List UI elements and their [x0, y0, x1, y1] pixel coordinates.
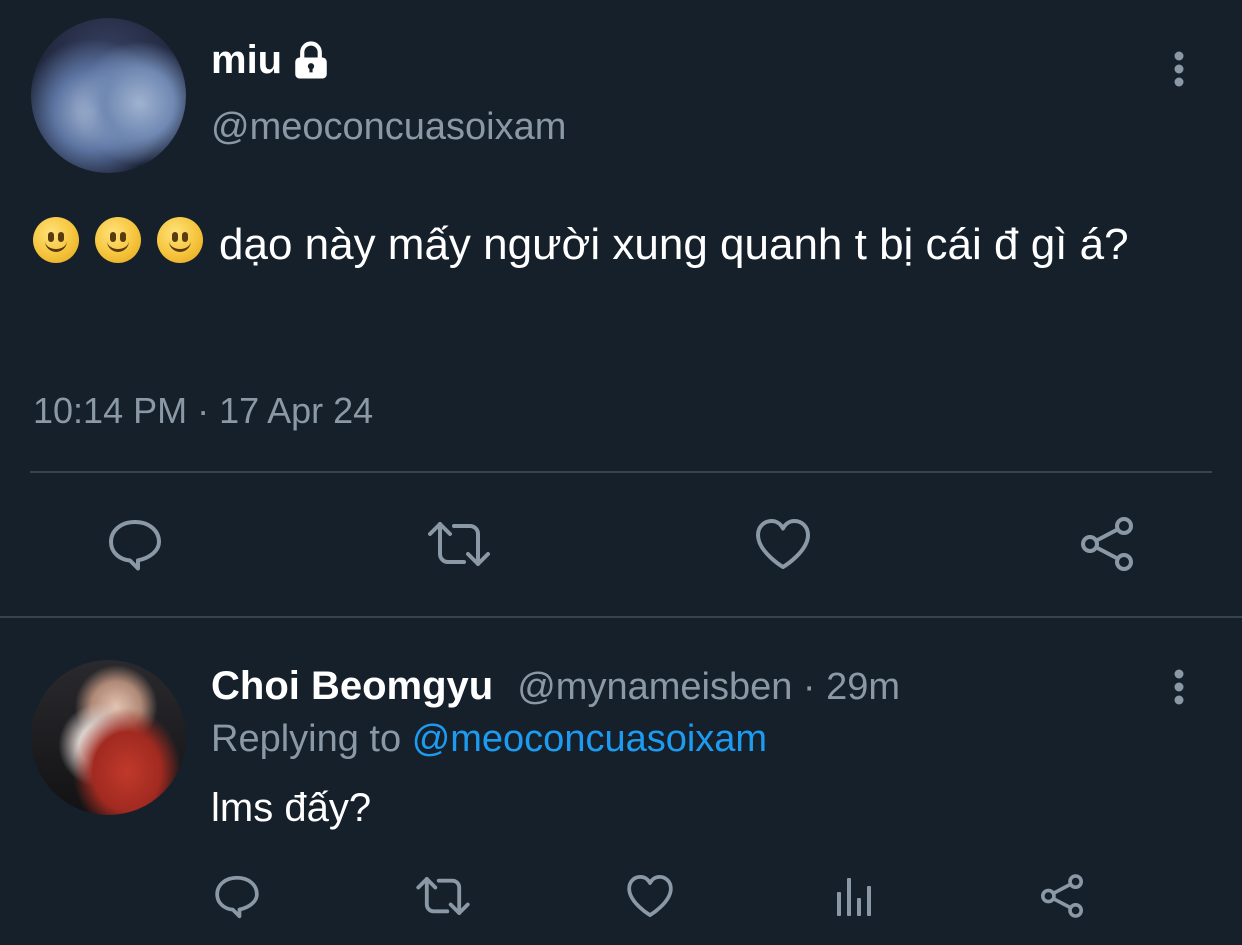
reply-text: lms đấy? — [211, 786, 372, 830]
heart-icon[interactable] — [753, 516, 813, 572]
author-handle[interactable]: @meoconcuasoixam — [211, 106, 566, 149]
divider — [30, 471, 1212, 473]
replying-to-line: Replying to @meoconcuasoixam — [211, 718, 767, 761]
heart-icon[interactable] — [625, 872, 675, 920]
slightly-smiling-face-icon — [33, 217, 79, 263]
share-icon[interactable] — [1077, 514, 1137, 574]
replying-to-label: Replying to — [211, 718, 402, 760]
author-name-row: miu — [211, 38, 332, 83]
slightly-smiling-face-icon — [157, 217, 203, 263]
share-icon[interactable] — [1038, 872, 1086, 920]
retweet-icon[interactable] — [425, 516, 493, 572]
reply-author-display-name[interactable]: Choi Beomgyu — [211, 664, 493, 709]
tweet-timestamp[interactable]: 10:14 PM · 17 Apr 24 — [33, 390, 373, 432]
comment-icon[interactable] — [106, 516, 164, 572]
retweet-icon[interactable] — [414, 872, 472, 920]
reply-author-avatar[interactable] — [31, 660, 186, 815]
lock-icon — [290, 40, 332, 82]
more-vertical-icon[interactable] — [1164, 666, 1194, 708]
analytics-icon[interactable] — [834, 872, 878, 920]
slightly-smiling-face-icon — [95, 217, 141, 263]
author-display-name[interactable]: miu — [211, 38, 282, 83]
divider — [0, 616, 1242, 618]
reply-header: Choi Beomgyu @mynameisben · 29m — [211, 664, 900, 709]
reply-author-handle-time[interactable]: @mynameisben · 29m — [517, 666, 900, 709]
comment-icon[interactable] — [213, 872, 261, 920]
replying-to-handle[interactable]: @meoconcuasoixam — [412, 718, 767, 760]
tweet-text: dạo này mấy người xung quanh t bị cái đ … — [219, 220, 1129, 269]
tweet-text-block: dạo này mấy người xung quanh t bị cái đ … — [33, 214, 1223, 276]
author-avatar[interactable] — [31, 18, 186, 173]
more-vertical-icon[interactable] — [1164, 48, 1194, 90]
